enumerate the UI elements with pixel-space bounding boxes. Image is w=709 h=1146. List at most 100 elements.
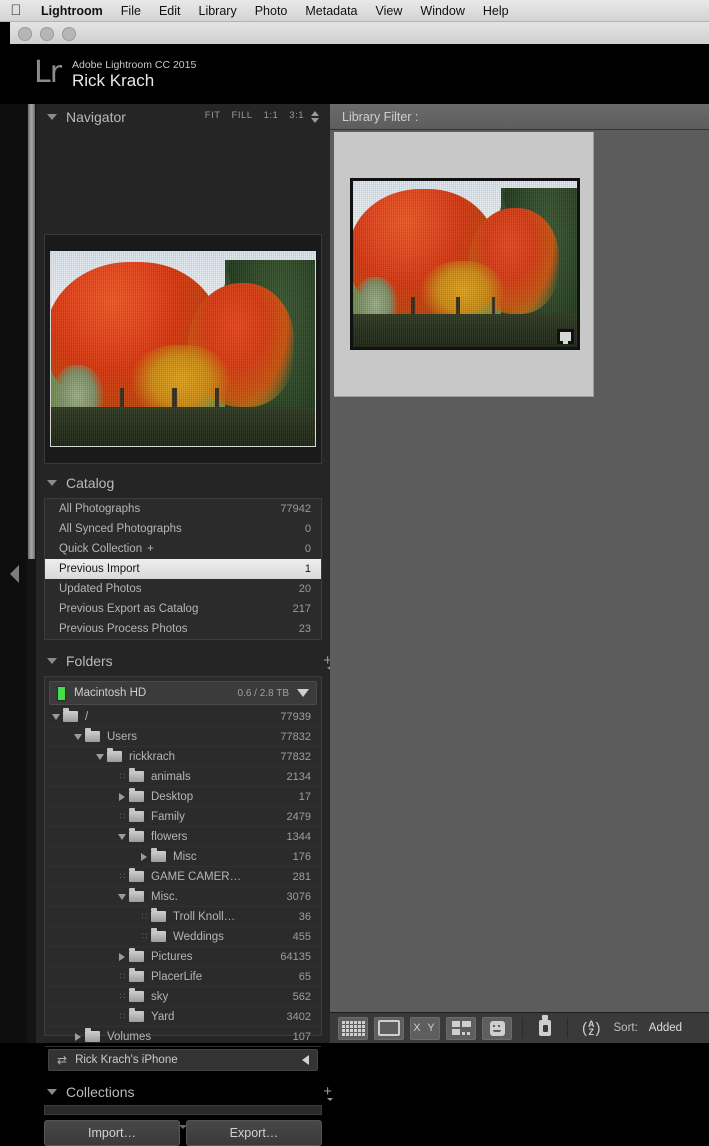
navigator-preview[interactable] [44,234,322,464]
chevron-right-icon[interactable] [115,952,129,961]
device-expand-icon[interactable] [302,1055,309,1065]
folder-row[interactable]: Volumes 107 [45,1027,321,1047]
left-panel: Navigator FIT FILL 1:1 3:1 Catalog All P… [36,104,333,1146]
chevron-right-icon[interactable] [71,1032,85,1041]
survey-view-icon[interactable] [446,1016,476,1040]
device-row-iphone[interactable]: ⇄ Rick Krach's iPhone [48,1049,318,1071]
collapse-left-panel-arrow[interactable] [10,565,19,583]
leaf-dots-icon: ∷ [119,811,126,821]
chevron-down-icon[interactable] [115,833,129,840]
zoom-fit[interactable]: FIT [205,110,221,121]
catalog-header[interactable]: Catalog [36,470,341,496]
zoom-1-1[interactable]: 1:1 [264,110,279,121]
folder-row[interactable]: Misc 176 [45,847,321,867]
navigator-header[interactable]: Navigator FIT FILL 1:1 3:1 [36,104,330,130]
folder-row[interactable]: / 77939 [45,707,321,727]
chevron-down-icon[interactable] [47,658,57,664]
minimize-button[interactable] [40,27,54,41]
folder-name: Yard [151,1010,175,1023]
folder-row[interactable]: ∷ Troll Knoll… 36 [45,907,321,927]
catalog-item[interactable]: Previous Process Photos 23 [45,619,321,639]
catalog-item-count: 1 [304,563,311,575]
chevron-down-icon[interactable] [71,733,85,740]
grid-view-icon[interactable] [338,1016,368,1040]
close-button[interactable] [18,27,32,41]
folder-row[interactable]: ∷ sky 562 [45,987,321,1007]
folder-name: Weddings [173,930,224,943]
folder-name: flowers [151,830,188,843]
folder-row[interactable]: Desktop 17 [45,787,321,807]
chevron-right-icon[interactable] [137,852,151,861]
folder-row[interactable]: rickkrach 77832 [45,747,321,767]
folder-row[interactable]: Misc. 3076 [45,887,321,907]
loupe-view-icon[interactable] [374,1016,404,1040]
catalog-item[interactable]: Previous Export as Catalog 217 [45,599,321,619]
zoom-fill[interactable]: FILL [232,110,253,121]
folder-count: 455 [292,930,311,943]
lightroom-window:  Lightroom File Edit Library Photo Meta… [0,0,709,1146]
folder-icon [107,748,122,762]
catalog-item[interactable]: Previous Import 1 [45,559,321,579]
menu-item-view[interactable]: View [367,0,412,22]
folder-row[interactable]: ∷ Yard 3402 [45,1007,321,1027]
menu-item-library[interactable]: Library [190,0,246,22]
catalog-item[interactable]: Updated Photos 20 [45,579,321,599]
volume-menu-icon[interactable] [297,689,309,697]
thumbnail-badge-icon[interactable] [557,329,574,344]
folder-name: rickkrach [129,750,176,763]
menu-item-window[interactable]: Window [411,0,473,22]
chevron-down-icon[interactable] [115,893,129,900]
folder-row[interactable]: Users 77832 [45,727,321,747]
sort-value[interactable]: Added [649,1022,682,1034]
chevron-down-icon[interactable] [49,713,63,720]
export-button[interactable]: Export… [186,1120,322,1146]
folder-row[interactable]: ∷ animals 2134 [45,767,321,787]
folder-icon [129,968,144,982]
chevron-down-icon[interactable] [47,1089,57,1095]
catalog-item[interactable]: All Photographs 77942 [45,499,321,519]
catalog-item[interactable]: All Synced Photographs 0 [45,519,321,539]
menu-item-lightroom[interactable]: Lightroom [32,0,112,22]
folder-count: 65 [298,970,311,983]
menu-item-photo[interactable]: Photo [246,0,297,22]
people-view-icon[interactable] [482,1016,512,1040]
menu-item-metadata[interactable]: Metadata [296,0,366,22]
folder-row[interactable]: flowers 1344 [45,827,321,847]
folder-name: Misc [173,850,197,863]
az-sort-icon[interactable]: ( AZ ) [582,1020,601,1037]
folder-row[interactable]: ∷ PlacerLife 65 [45,967,321,987]
scrollbar-thumb[interactable] [28,104,35,559]
grid-cell[interactable] [334,132,594,397]
folder-row[interactable]: ∷ Weddings 455 [45,927,321,947]
zoom-stepper-icon[interactable] [311,110,320,124]
catalog-item-label: Previous Process Photos [59,623,188,635]
compare-view-icon[interactable]: X Y [410,1016,440,1040]
collections-header[interactable]: Collections + [36,1079,341,1105]
chevron-right-icon[interactable] [115,792,129,801]
folder-icon [129,868,144,882]
add-collection-icon[interactable]: + [323,1084,333,1101]
grid-view-content[interactable] [330,130,709,1012]
apple-icon[interactable]:  [8,3,24,19]
import-button[interactable]: Import… [44,1120,180,1146]
menu-item-file[interactable]: File [112,0,150,22]
catalog-item[interactable]: Quick Collection + 0 [45,539,321,559]
thumbnail[interactable] [350,178,580,350]
folder-row[interactable]: ∷ Family 2479 [45,807,321,827]
zoom-3-1[interactable]: 3:1 [289,110,304,121]
volume-row-macintosh-hd[interactable]: Macintosh HD 0.6 / 2.8 TB [49,681,317,705]
left-panel-scrollbar[interactable] [27,104,36,1043]
zoom-button[interactable] [62,27,76,41]
folders-header[interactable]: Folders + [36,648,341,674]
menu-item-help[interactable]: Help [474,0,518,22]
chevron-down-icon[interactable] [47,114,57,120]
folder-row[interactable]: ∷ GAME CAMER… 281 [45,867,321,887]
library-filter-bar[interactable]: Library Filter : [330,104,709,130]
lightroom-logo: Lr [34,55,62,90]
folder-row[interactable]: Pictures 64135 [45,947,321,967]
chevron-down-icon[interactable] [93,753,107,760]
chevron-down-icon[interactable] [47,480,57,486]
quick-collection-plus-icon[interactable]: + [147,543,154,555]
spray-can-icon[interactable] [533,1015,557,1040]
menu-item-edit[interactable]: Edit [150,0,190,22]
